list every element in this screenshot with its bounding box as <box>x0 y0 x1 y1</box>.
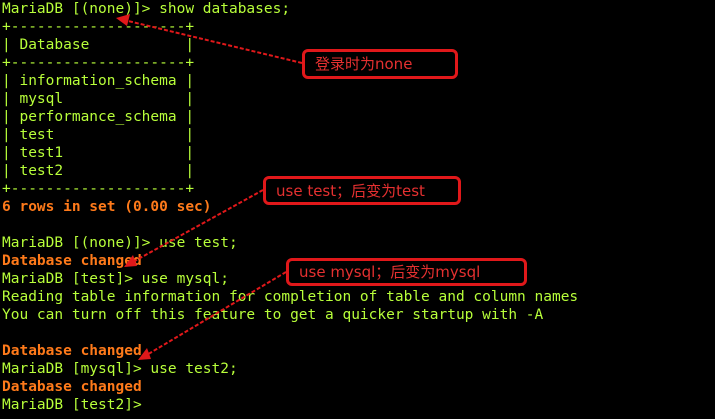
status-message: Database changed <box>2 379 142 395</box>
status-message: Database changed <box>2 343 142 359</box>
table-row: | mysql | <box>2 91 195 107</box>
command-line: MariaDB [(none)]> use test; <box>2 235 238 251</box>
terminal-line: MariaDB [(none)]> show databases; <box>2 1 291 17</box>
table-border-top: +--------------------+ <box>2 19 195 35</box>
table-row: | test | <box>2 127 195 143</box>
annotation-use-mysql: use mysql；后变为mysql <box>286 258 527 286</box>
annotation-use-test: use test；后变为test <box>263 176 461 205</box>
info-message: You can turn off this feature to get a q… <box>2 307 544 323</box>
command-line: MariaDB [mysql]> use test2; <box>2 361 238 377</box>
annotation-login-none: 登录时为none <box>302 49 458 79</box>
table-row: | performance_schema | <box>2 109 195 125</box>
table-row: | test1 | <box>2 145 195 161</box>
info-message: Reading table information for completion… <box>2 289 579 305</box>
command-prompt[interactable]: MariaDB [test2]> <box>2 396 715 414</box>
